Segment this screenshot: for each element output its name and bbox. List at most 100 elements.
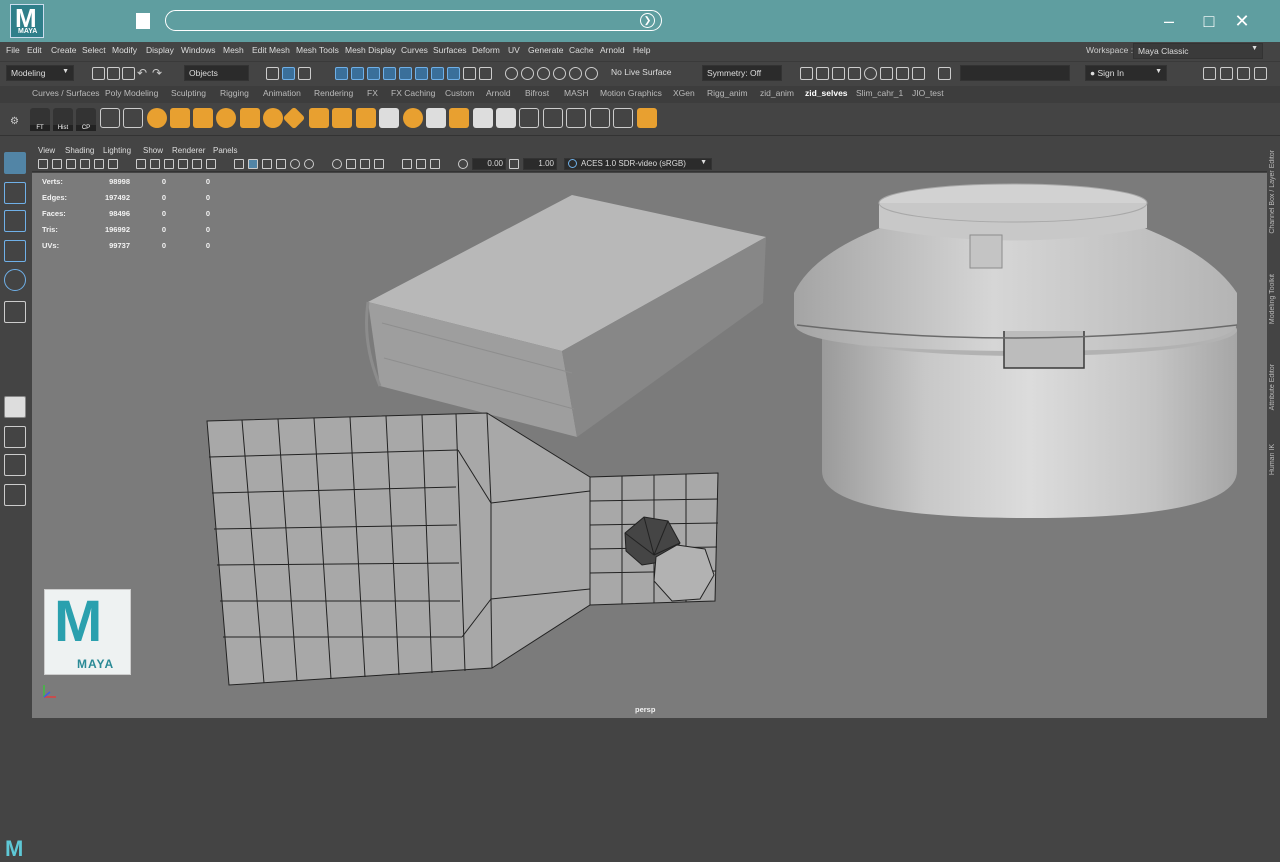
four-view-layout-icon[interactable] (4, 426, 26, 448)
redo-icon[interactable]: ↷ (152, 67, 165, 80)
select-object-icon[interactable] (282, 67, 295, 80)
poly-prism-icon[interactable] (356, 108, 376, 128)
panel-menu-view[interactable]: View (38, 146, 55, 155)
color-space-dropdown[interactable]: ACES 1.0 SDR-video (sRGB) ▼ (564, 158, 712, 170)
tab-animation[interactable]: Animation (263, 88, 301, 98)
safe-action-icon[interactable] (206, 159, 216, 169)
bezier-curve-icon[interactable] (123, 108, 143, 128)
paint-select-icon[interactable] (569, 67, 582, 80)
poly-pyramid-icon[interactable] (379, 108, 399, 128)
input-line-icon[interactable] (938, 67, 951, 80)
undo-icon[interactable]: ↶ (137, 67, 150, 80)
paint-select-tool-icon[interactable] (4, 210, 26, 232)
panel-menu-panels[interactable]: Panels (213, 146, 237, 155)
tab-human-ik[interactable]: Human IK (1269, 444, 1279, 475)
select-component-icon[interactable] (298, 67, 311, 80)
tab-rigging[interactable]: Rigging (220, 88, 249, 98)
tool-settings-icon[interactable] (1237, 67, 1250, 80)
poly-helix-icon[interactable] (309, 108, 329, 128)
menu-modify[interactable]: Modify (112, 45, 137, 55)
render-view-icon[interactable] (800, 67, 813, 80)
camera-attributes-icon[interactable] (52, 159, 62, 169)
outliner-layout-icon[interactable] (4, 484, 26, 506)
modeling-toolkit-icon[interactable] (1203, 67, 1216, 80)
minimize-button[interactable]: – (1158, 10, 1180, 32)
menu-help[interactable]: Help (633, 45, 650, 55)
attribute-editor-icon[interactable] (1220, 67, 1233, 80)
bookmark-icon[interactable] (66, 159, 76, 169)
poly-diamond-icon[interactable] (282, 106, 306, 130)
tab-curves-surfaces[interactable]: Curves / Surfaces (32, 88, 100, 98)
chevron-right-icon[interactable]: ❯ (640, 13, 655, 28)
snap-curve-icon[interactable] (351, 67, 364, 80)
single-perspective-layout-icon[interactable] (4, 396, 26, 418)
shadows-icon[interactable] (304, 159, 314, 169)
center-pivot-button[interactable]: CP (76, 108, 96, 131)
menu-surfaces[interactable]: Surfaces (433, 45, 467, 55)
poly-pipe-icon[interactable] (332, 108, 352, 128)
tweak-icon[interactable] (585, 67, 598, 80)
bridge-icon[interactable] (496, 108, 516, 128)
wireframe-on-shaded-icon[interactable] (262, 159, 272, 169)
append-polygon-icon[interactable] (519, 108, 539, 128)
render-settings-icon[interactable] (848, 67, 861, 80)
delete-history-button[interactable]: Hist (53, 108, 73, 131)
menu-curves[interactable]: Curves (401, 45, 428, 55)
tab-poly-modeling[interactable]: Poly Modeling (105, 88, 158, 98)
side-by-side-layout-icon[interactable] (4, 454, 26, 476)
history-icon[interactable] (479, 67, 492, 80)
selection-mask-dropdown[interactable]: Objects (184, 65, 249, 81)
image-plane-icon[interactable] (80, 159, 90, 169)
menu-cache[interactable]: Cache (569, 45, 594, 55)
scale-tool-icon[interactable] (4, 301, 26, 323)
pin-icon[interactable] (553, 67, 566, 80)
soft-select-icon[interactable] (521, 67, 534, 80)
panel-menu-lighting[interactable]: Lighting (103, 146, 131, 155)
combine-icon[interactable] (403, 108, 423, 128)
open-scene-icon[interactable] (107, 67, 120, 80)
lights-icon[interactable] (290, 159, 300, 169)
poly-plane-icon[interactable] (240, 108, 260, 128)
wireframe-icon[interactable] (234, 159, 244, 169)
snap-surface-icon[interactable] (399, 67, 412, 80)
close-button[interactable]: ✕ (1231, 10, 1253, 32)
render-frame-icon[interactable] (816, 67, 829, 80)
menu-edit-mesh[interactable]: Edit Mesh (252, 45, 290, 55)
tab-fx[interactable]: FX (367, 88, 378, 98)
multi-cut-icon[interactable] (543, 108, 563, 128)
menu-select[interactable]: Select (82, 45, 106, 55)
tab-attribute-editor[interactable]: Attribute Editor (1269, 364, 1279, 410)
lasso-tool-icon[interactable] (4, 182, 26, 204)
maximize-button[interactable]: □ (1198, 10, 1220, 32)
save-scene-icon[interactable] (122, 67, 135, 80)
select-tool-icon[interactable] (4, 152, 26, 174)
magnet-icon[interactable] (505, 67, 518, 80)
quad-draw-icon[interactable] (637, 108, 657, 128)
motion-blur-icon[interactable] (346, 159, 356, 169)
anti-aliasing-icon[interactable] (360, 159, 370, 169)
menu-generate[interactable]: Generate (528, 45, 563, 55)
select-hierarchy-icon[interactable] (266, 67, 279, 80)
snap-point-icon[interactable] (367, 67, 380, 80)
tab-zid-anim[interactable]: zid_anim (760, 88, 794, 98)
rotate-tool-icon[interactable] (4, 269, 26, 291)
symmetry-dropdown[interactable]: Symmetry: Off (702, 65, 782, 81)
poly-cube-icon[interactable] (170, 108, 190, 128)
tab-custom[interactable]: Custom (445, 88, 474, 98)
menu-set-dropdown[interactable]: Modeling ▼ (6, 65, 74, 81)
resolution-gate-icon[interactable] (164, 159, 174, 169)
hypershade-icon[interactable] (864, 67, 877, 80)
panel-menu-renderer[interactable]: Renderer (172, 146, 205, 155)
menu-deform[interactable]: Deform (472, 45, 500, 55)
help-icon[interactable] (463, 67, 476, 80)
gear-icon[interactable]: ⚙ (10, 116, 19, 127)
poly-torus-icon[interactable] (216, 108, 236, 128)
menu-mesh-tools[interactable]: Mesh Tools (296, 45, 339, 55)
lock-icon[interactable] (447, 67, 460, 80)
new-scene-icon[interactable] (92, 67, 105, 80)
xray-joints-icon[interactable] (430, 159, 440, 169)
arnold-render-icon[interactable] (880, 67, 893, 80)
grid-icon[interactable] (136, 159, 146, 169)
poly-sphere-icon[interactable] (147, 108, 167, 128)
tab-xgen[interactable]: XGen (673, 88, 695, 98)
